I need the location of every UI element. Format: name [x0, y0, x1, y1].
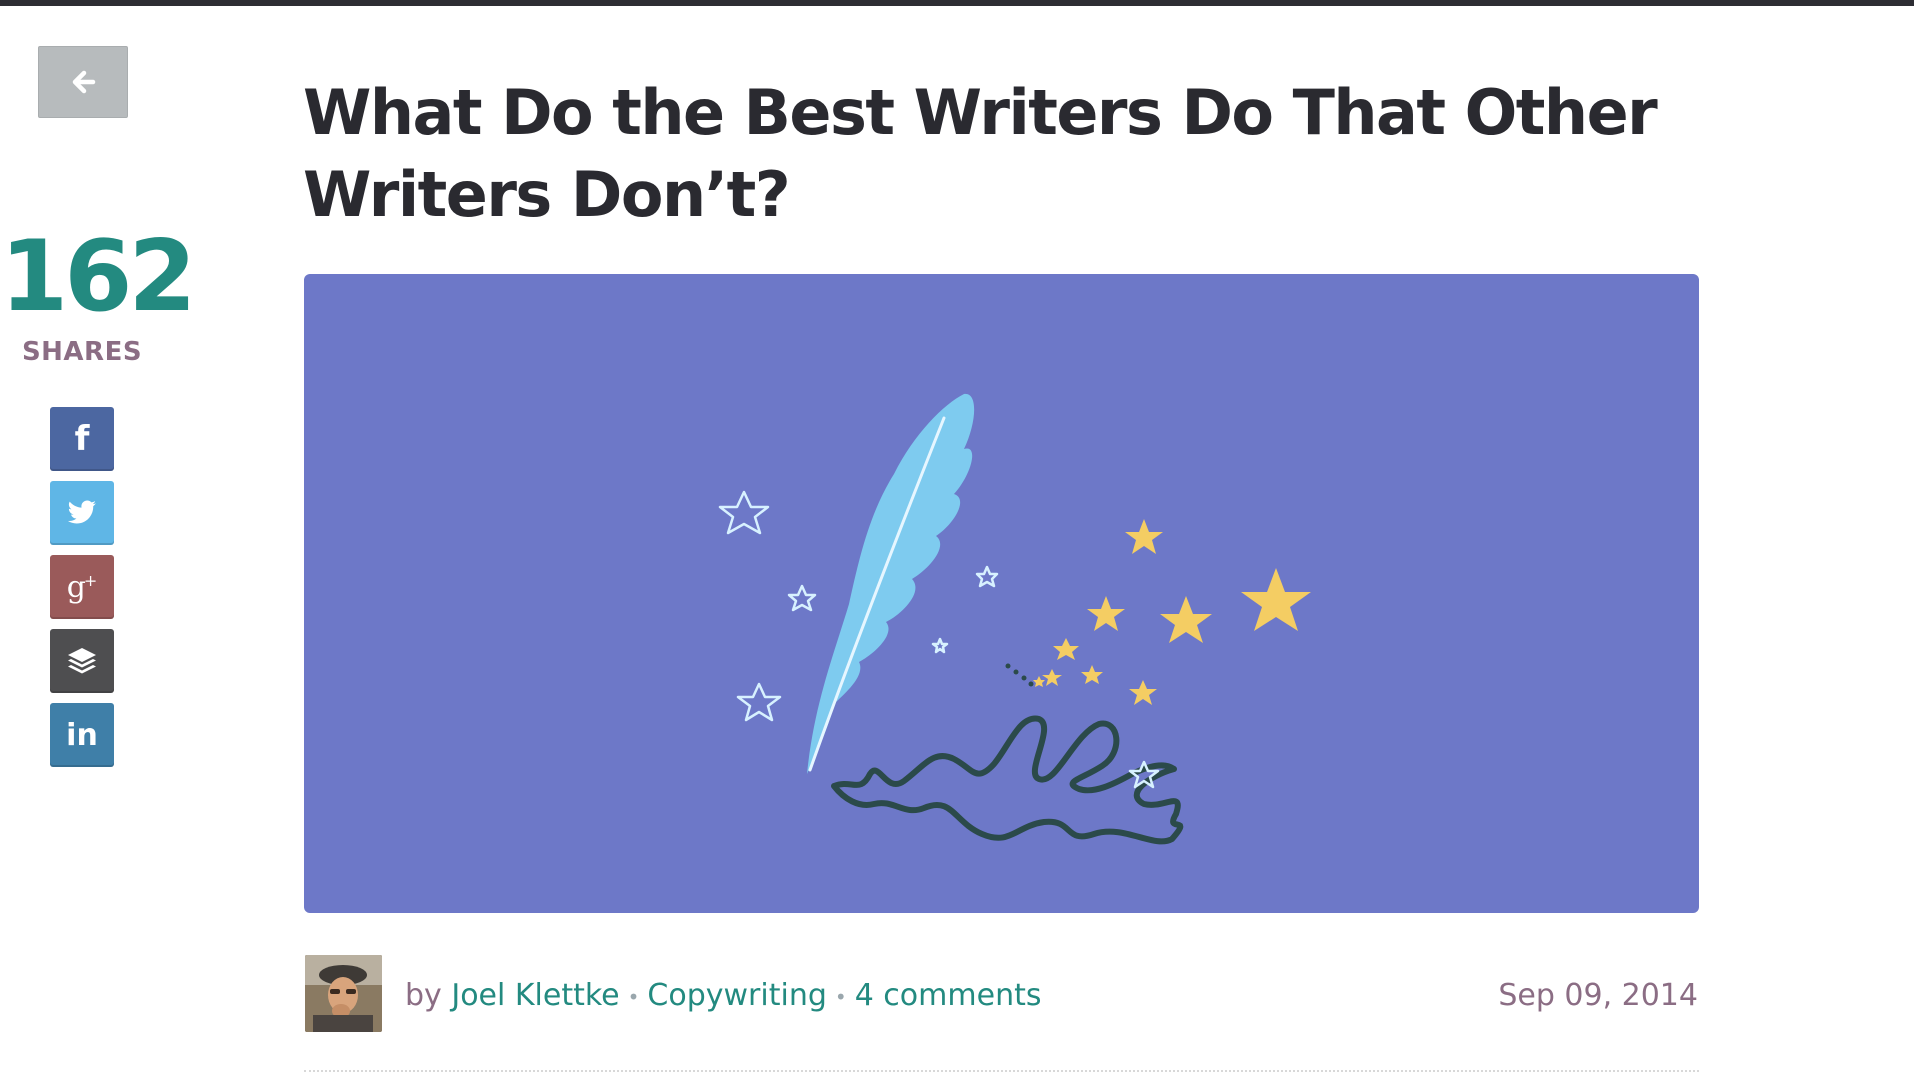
divider [304, 1070, 1699, 1072]
author-photo-icon [305, 955, 382, 1032]
byline-prefix: by [405, 978, 442, 1013]
arrow-left-icon [72, 70, 96, 94]
page-title: What Do the Best Writers Do That Other W… [303, 72, 1663, 236]
buffer-share-button[interactable] [50, 629, 114, 693]
share-count: 162 [0, 220, 197, 334]
byline: by Joel Klettke • Copywriting • 4 comments [405, 976, 1041, 1017]
gold-star [1081, 665, 1103, 684]
gold-star [1241, 568, 1311, 631]
avatar[interactable] [305, 955, 382, 1032]
outline-star [718, 490, 770, 535]
post-date: Sep 09, 2014 [1498, 978, 1698, 1013]
feather [807, 393, 975, 774]
linkedin-share-button[interactable]: in [50, 703, 114, 767]
gold-star [1053, 638, 1079, 660]
comments-link[interactable]: 4 comments [855, 978, 1042, 1013]
ink-dot [1005, 663, 1011, 669]
top-border [0, 0, 1914, 6]
share-label: SHARES [21, 337, 143, 367]
hero-image [304, 274, 1699, 913]
google-plus-icon: g+ [66, 569, 98, 605]
gold-star [1129, 680, 1157, 705]
ink-dot [1028, 681, 1034, 687]
gold-star [1033, 676, 1045, 687]
twitter-bird-icon [67, 500, 96, 524]
facebook-icon: f [74, 419, 90, 459]
ink-dot [1013, 669, 1019, 675]
linkedin-icon: in [66, 717, 98, 753]
title-line-2: Writers Don’t? [303, 158, 791, 231]
gold-star [1160, 596, 1212, 643]
back-button[interactable] [38, 46, 128, 118]
title-line-1: What Do the Best Writers Do That Other [303, 76, 1658, 149]
separator-dot: • [834, 984, 847, 1009]
outline-star [931, 637, 949, 654]
twitter-share-button[interactable] [50, 481, 114, 545]
author-link[interactable]: Joel Klettke [451, 978, 619, 1013]
feather-quill-with-stars-illustration [718, 393, 1311, 845]
article-page: 162 SHARES f g+ in What Do the Best Writ… [0, 0, 1914, 1080]
buffer-stack-icon [68, 648, 96, 674]
category-link[interactable]: Copywriting [647, 978, 826, 1013]
outline-star [736, 682, 782, 722]
outline-star [975, 565, 999, 588]
ink-scribble [831, 715, 1184, 845]
outline-star [787, 584, 817, 612]
gold-star [1087, 596, 1125, 631]
google-plus-share-button[interactable]: g+ [50, 555, 114, 619]
gold-star [1125, 519, 1163, 554]
gold-star [1042, 669, 1062, 686]
ink-dot [1021, 675, 1027, 681]
separator-dot: • [627, 984, 640, 1009]
facebook-share-button[interactable]: f [50, 407, 114, 471]
